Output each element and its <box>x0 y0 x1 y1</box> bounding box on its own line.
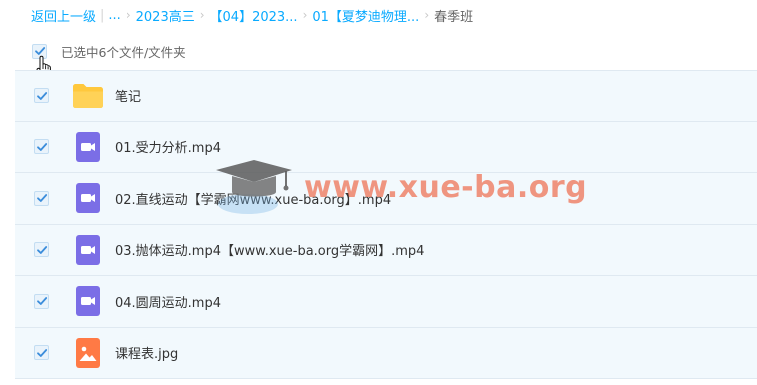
list-item[interactable]: 03.抛体运动.mp4【www.xue-ba.org学霸网】.mp4 <box>15 224 757 276</box>
list-item[interactable]: 课程表.jpg <box>15 327 757 379</box>
row-checkbox[interactable] <box>34 293 49 309</box>
row-checkbox[interactable] <box>34 190 49 206</box>
image-file-icon <box>72 337 104 369</box>
breadcrumb-divider: | <box>100 7 105 23</box>
video-file-icon <box>72 234 104 266</box>
selection-count-label: 已选中6个文件/文件夹 <box>61 44 186 60</box>
breadcrumb: 返回上一级 | ... › 2023高三 › 【04】2023... › 01【… <box>31 5 473 25</box>
file-name[interactable]: 02.直线运动【学霸网www.xue-ba.org】.mp4 <box>115 189 391 208</box>
row-checkbox[interactable] <box>34 242 49 258</box>
breadcrumb-ellipsis[interactable]: ... <box>108 8 120 23</box>
list-item[interactable]: 笔记 <box>15 70 757 122</box>
select-all-bar: 已选中6个文件/文件夹 <box>32 42 186 60</box>
video-file-icon <box>72 131 104 163</box>
back-link[interactable]: 返回上一级 <box>31 6 96 25</box>
row-checkbox[interactable] <box>34 139 49 155</box>
video-file-icon <box>72 285 104 317</box>
file-name[interactable]: 01.受力分析.mp4 <box>115 137 221 156</box>
video-file-icon <box>72 182 104 214</box>
chevron-right-icon: › <box>302 8 308 22</box>
file-list: 笔记 01.受力分析.mp4 02.直线运动【学霸网www.xue-ba.org… <box>15 70 757 379</box>
folder-icon <box>72 80 104 112</box>
list-item[interactable]: 04.圆周运动.mp4 <box>15 276 757 328</box>
file-name[interactable]: 04.圆周运动.mp4 <box>115 292 221 311</box>
list-item[interactable]: 02.直线运动【学霸网www.xue-ba.org】.mp4 <box>15 173 757 225</box>
chevron-right-icon: › <box>125 8 131 22</box>
file-name[interactable]: 课程表.jpg <box>115 343 178 362</box>
row-checkbox[interactable] <box>34 88 49 104</box>
chevron-right-icon: › <box>199 8 205 22</box>
breadcrumb-item-teacher[interactable]: 01【夏梦迪物理... <box>312 6 419 25</box>
breadcrumb-item-grade[interactable]: 2023高三 <box>136 6 195 25</box>
row-checkbox[interactable] <box>34 345 49 361</box>
breadcrumb-item-course[interactable]: 【04】2023... <box>210 6 298 25</box>
list-item[interactable]: 01.受力分析.mp4 <box>15 121 757 173</box>
breadcrumb-current: 春季班 <box>434 9 474 25</box>
file-name[interactable]: 03.抛体运动.mp4【www.xue-ba.org学霸网】.mp4 <box>115 240 424 259</box>
chevron-right-icon: › <box>424 8 430 22</box>
file-name[interactable]: 笔记 <box>115 86 141 105</box>
